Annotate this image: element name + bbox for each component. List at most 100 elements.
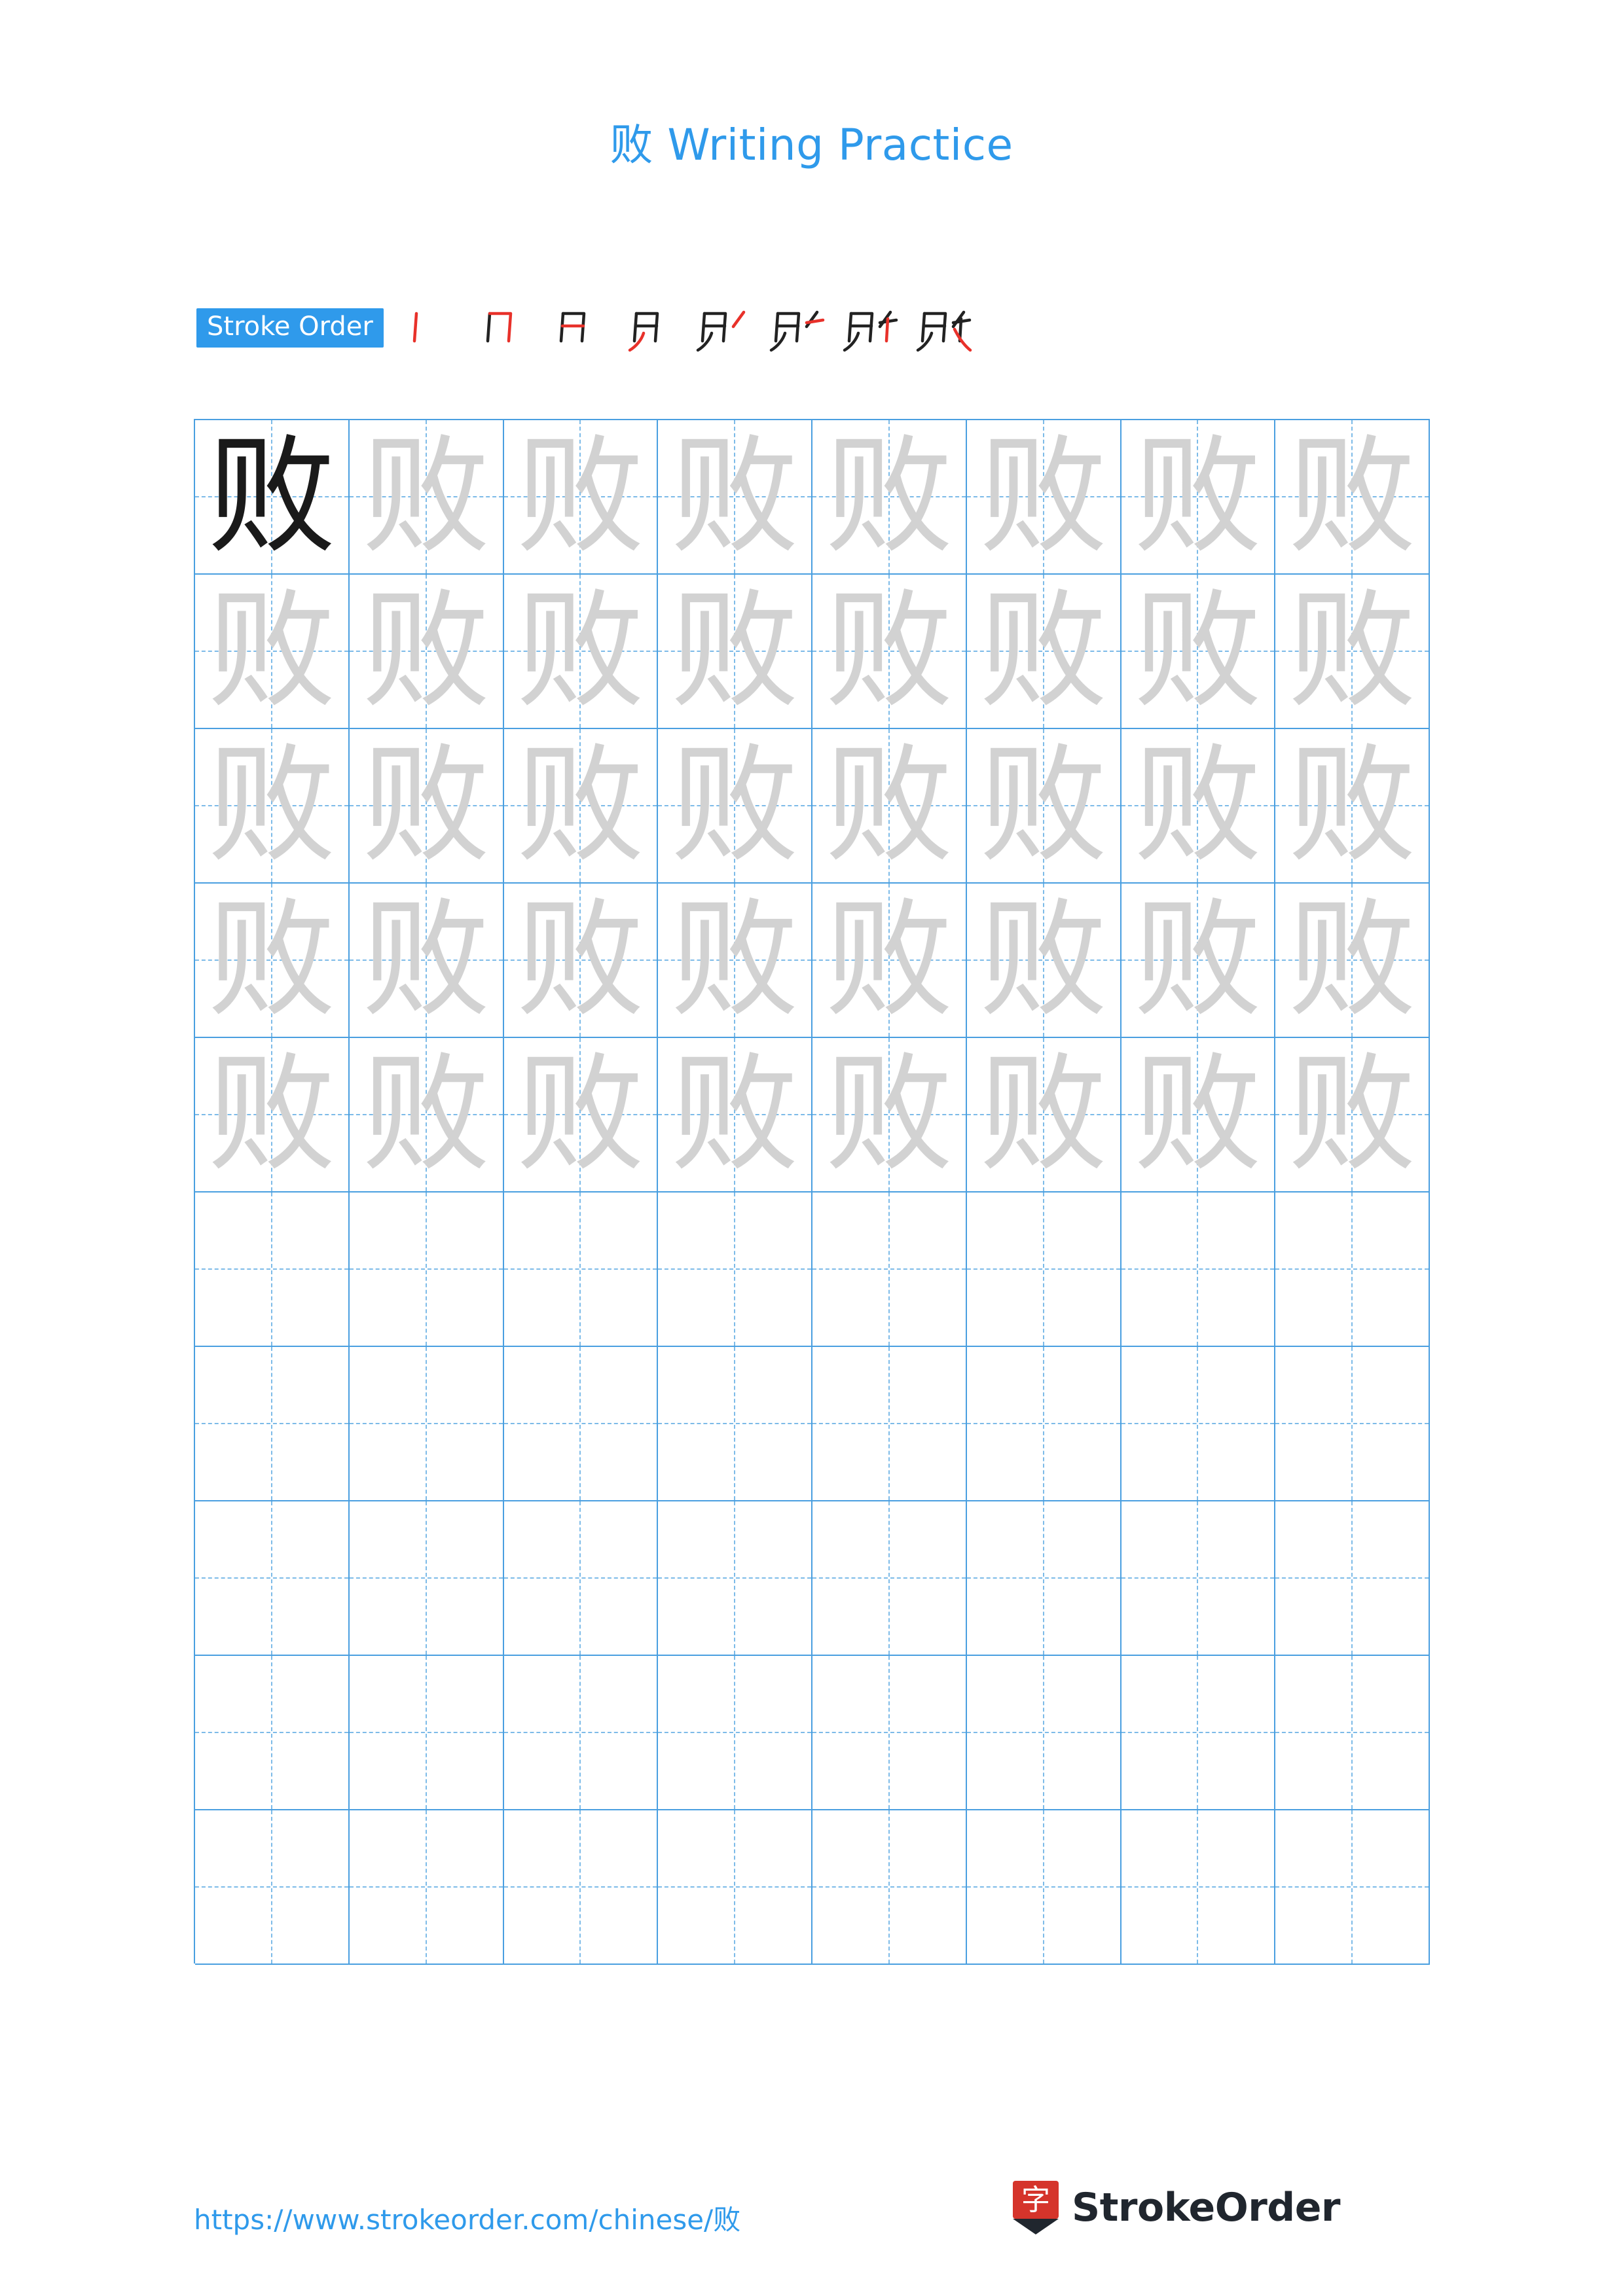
grid-cell[interactable] — [966, 1810, 1122, 1965]
grid-cell[interactable] — [503, 1810, 659, 1965]
grid-cell[interactable]: 败 — [349, 575, 504, 729]
grid-cell[interactable]: 败 — [1121, 729, 1276, 884]
grid-cell[interactable]: 败 — [812, 420, 967, 575]
grid-cell[interactable] — [503, 1656, 659, 1810]
grid-cell[interactable]: 败 — [195, 575, 350, 729]
grid-cell[interactable] — [966, 1656, 1122, 1810]
grid-cell[interactable]: 败 — [503, 575, 659, 729]
grid-cell[interactable]: 败 — [812, 884, 967, 1038]
model-character: 败 — [207, 422, 336, 571]
grid-cell[interactable]: 败 — [503, 1038, 659, 1193]
grid-cell[interactable] — [503, 1193, 659, 1347]
grid-cell[interactable]: 败 — [1275, 575, 1430, 729]
grid-cell[interactable]: 败 — [1121, 575, 1276, 729]
empty-cell — [195, 1193, 348, 1346]
grid-cell[interactable] — [349, 1810, 504, 1965]
empty-cell — [1275, 1193, 1429, 1346]
grid-cell[interactable] — [812, 1810, 967, 1965]
grid-cell[interactable] — [195, 1193, 350, 1347]
trace-character: 败 — [207, 577, 336, 726]
grid-cell[interactable] — [1275, 1656, 1430, 1810]
grid-cell[interactable]: 败 — [1121, 420, 1276, 575]
grid-cell[interactable]: 败 — [812, 729, 967, 884]
grid-cell[interactable]: 败 — [658, 420, 812, 575]
grid-cell[interactable]: 败 — [1275, 420, 1430, 575]
empty-cell — [504, 1810, 657, 1964]
grid-cell[interactable]: 败 — [1275, 884, 1430, 1038]
grid-cell[interactable] — [1275, 1347, 1430, 1501]
grid-cell[interactable]: 败 — [966, 420, 1122, 575]
grid-cell[interactable]: 败 — [503, 729, 659, 884]
grid-cell[interactable] — [658, 1810, 812, 1965]
grid-cell[interactable] — [812, 1347, 967, 1501]
grid-cell[interactable]: 败 — [349, 420, 504, 575]
footer-brand[interactable]: 字 StrokeOrder — [1012, 2179, 1341, 2236]
grid-cell[interactable]: 败 — [966, 729, 1122, 884]
empty-cell — [967, 1347, 1120, 1500]
grid-cell[interactable] — [966, 1193, 1122, 1347]
grid-cell[interactable]: 败 — [195, 420, 350, 575]
grid-cell[interactable]: 败 — [349, 729, 504, 884]
grid-cell[interactable] — [195, 1656, 350, 1810]
stroke-order-section: Stroke Order — [196, 302, 981, 353]
grid-cell[interactable]: 败 — [966, 575, 1122, 729]
grid-cell[interactable] — [966, 1501, 1122, 1656]
grid-cell[interactable] — [349, 1501, 504, 1656]
trace-character: 败 — [824, 886, 953, 1035]
trace-character: 败 — [670, 886, 799, 1035]
grid-cell[interactable] — [349, 1656, 504, 1810]
grid-cell[interactable] — [1275, 1501, 1430, 1656]
grid-cell[interactable] — [503, 1347, 659, 1501]
trace-character: 败 — [824, 422, 953, 571]
grid-cell[interactable]: 败 — [349, 1038, 504, 1193]
grid-cell[interactable]: 败 — [1275, 729, 1430, 884]
grid-cell[interactable] — [195, 1810, 350, 1965]
grid-cell[interactable] — [1121, 1656, 1276, 1810]
trace-character: 败 — [824, 731, 953, 880]
grid-cell[interactable] — [195, 1347, 350, 1501]
grid-cell[interactable] — [658, 1656, 812, 1810]
grid-cell[interactable] — [658, 1347, 812, 1501]
trace-character: 败 — [979, 577, 1108, 726]
grid-cell[interactable] — [1275, 1193, 1430, 1347]
grid-cell[interactable]: 败 — [658, 1038, 812, 1193]
grid-cell[interactable] — [812, 1656, 967, 1810]
grid-cell[interactable]: 败 — [195, 1038, 350, 1193]
practice-grid: 败 败 败 败 败 败 败 败 败 败 败 败 败 败 败 败 败 败 败 败 … — [194, 419, 1430, 1965]
grid-cell[interactable] — [658, 1501, 812, 1656]
grid-cell[interactable]: 败 — [1121, 1038, 1276, 1193]
grid-cell[interactable] — [812, 1501, 967, 1656]
grid-cell[interactable]: 败 — [812, 575, 967, 729]
grid-cell[interactable]: 败 — [195, 884, 350, 1038]
grid-cell[interactable] — [503, 1501, 659, 1656]
grid-cell[interactable]: 败 — [349, 884, 504, 1038]
grid-cell[interactable] — [1121, 1193, 1276, 1347]
grid-cell[interactable] — [1275, 1810, 1430, 1965]
stroke-step-1-icon — [412, 312, 418, 343]
grid-cell[interactable] — [1121, 1347, 1276, 1501]
grid-cell[interactable]: 败 — [658, 729, 812, 884]
grid-cell[interactable]: 败 — [503, 884, 659, 1038]
grid-cell[interactable]: 败 — [658, 575, 812, 729]
grid-cell[interactable]: 败 — [1121, 884, 1276, 1038]
stroke-step-2 — [467, 296, 541, 359]
grid-cell[interactable]: 败 — [966, 1038, 1122, 1193]
footer-url-link[interactable]: https://www.strokeorder.com/chinese/败 — [194, 2198, 740, 2238]
grid-cell[interactable] — [349, 1193, 504, 1347]
grid-cell[interactable] — [966, 1347, 1122, 1501]
grid-cell[interactable]: 败 — [195, 729, 350, 884]
grid-cell[interactable] — [812, 1193, 967, 1347]
empty-cell — [195, 1347, 348, 1500]
grid-cell[interactable]: 败 — [503, 420, 659, 575]
trace-character: 败 — [207, 731, 336, 880]
grid-cell[interactable] — [349, 1347, 504, 1501]
grid-cell[interactable]: 败 — [658, 884, 812, 1038]
grid-cell[interactable] — [1121, 1501, 1276, 1656]
grid-cell[interactable]: 败 — [1275, 1038, 1430, 1193]
grid-cell[interactable]: 败 — [966, 884, 1122, 1038]
grid-cell[interactable] — [658, 1193, 812, 1347]
stroke-step-2-icon — [486, 312, 513, 343]
grid-cell[interactable]: 败 — [812, 1038, 967, 1193]
grid-cell[interactable] — [1121, 1810, 1276, 1965]
grid-cell[interactable] — [195, 1501, 350, 1656]
